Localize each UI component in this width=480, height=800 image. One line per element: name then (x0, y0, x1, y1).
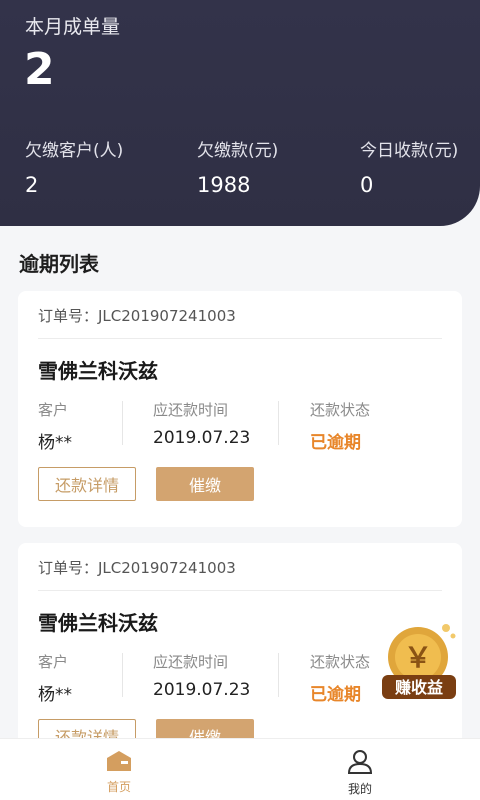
product-name: 雪佛兰科沃兹 (38, 359, 158, 383)
urge-payment-button[interactable]: 催缴 (156, 467, 254, 501)
customer-value: 杨** (38, 685, 72, 705)
due-date-label: 应还款时间 (153, 401, 229, 419)
divider (278, 401, 279, 445)
earn-income-label: 赚收益 (394, 678, 443, 697)
repayment-status-field: 还款状态 已逾期 (310, 399, 370, 453)
divider (38, 338, 442, 339)
customer-label: 客户 (38, 653, 69, 671)
divider (278, 653, 279, 697)
stat-value: 1988 (197, 173, 251, 197)
bottom-tab-bar: 首页 我的 (0, 738, 480, 800)
stat-label: 欠缴客户(人) (25, 141, 124, 161)
stat-value: 2 (25, 173, 39, 197)
earn-income-button[interactable]: ￥ 赚收益 (380, 620, 460, 704)
stat-value: 0 (360, 173, 374, 197)
tab-mine-label: 我的 (347, 782, 372, 796)
stat-label: 欠缴款(元) (197, 141, 279, 161)
customer-field: 客户 杨** (38, 399, 72, 453)
customer-value: 杨** (38, 433, 72, 453)
order-number: 订单号：JLC201907241003 (38, 559, 236, 577)
status-badge: 已逾期 (310, 685, 361, 705)
repayment-detail-button[interactable]: 还款详情 (38, 467, 136, 501)
overdue-list-title: 逾期列表 (19, 252, 99, 276)
divider (122, 653, 123, 697)
customer-field: 客户 杨** (38, 651, 72, 705)
due-date-value: 2019.07.23 (153, 680, 251, 700)
order-number: 订单号：JLC201907241003 (38, 307, 236, 325)
home-icon (107, 751, 131, 771)
divider (122, 401, 123, 445)
coin-symbol: ￥ (404, 641, 432, 674)
stat-label: 今日收款(元) (360, 141, 459, 161)
product-name: 雪佛兰科沃兹 (38, 611, 158, 635)
user-icon (347, 750, 373, 774)
due-date-label: 应还款时间 (153, 653, 229, 671)
due-date-field: 应还款时间 2019.07.23 (153, 399, 250, 448)
month-orders-label: 本月成单量 (25, 16, 121, 38)
due-date-value: 2019.07.23 (153, 428, 251, 448)
coin-icon: ￥ 赚收益 (382, 624, 456, 699)
customer-label: 客户 (38, 401, 69, 419)
summary-header: 本月成单量 2 欠缴客户(人) 2 欠缴款(元) 1988 今日收款(元) 0 (0, 0, 480, 226)
month-orders-value: 2 (24, 44, 55, 95)
status-badge: 已逾期 (310, 433, 361, 453)
divider (38, 590, 442, 591)
tab-mine[interactable]: 我的 (320, 749, 400, 797)
stat-owed-amount: 欠缴款(元) 1988 (197, 136, 278, 197)
status-label: 还款状态 (310, 401, 371, 419)
due-date-field: 应还款时间 2019.07.23 (153, 651, 250, 700)
tab-home[interactable]: 首页 (79, 749, 159, 795)
stat-owed-customers: 欠缴客户(人) 2 (25, 136, 123, 197)
status-label: 还款状态 (310, 653, 371, 671)
overdue-card: 订单号：JLC201907241003 雪佛兰科沃兹 客户 杨** 应还款时间 … (18, 291, 462, 527)
stat-today-received: 今日收款(元) 0 (360, 136, 458, 197)
repayment-status-field: 还款状态 已逾期 (310, 651, 370, 705)
tab-home-label: 首页 (106, 780, 131, 794)
